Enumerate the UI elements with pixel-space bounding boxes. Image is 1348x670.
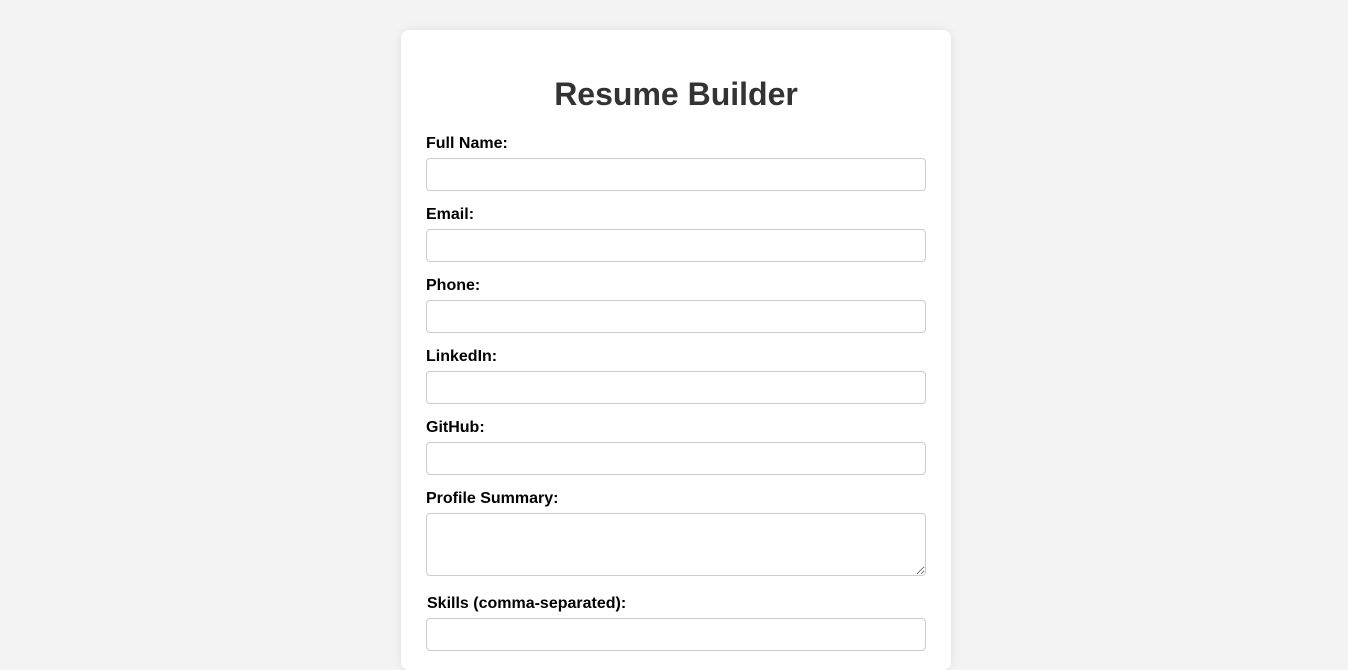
skills-input[interactable] [426, 618, 926, 651]
linkedin-label: LinkedIn: [426, 348, 498, 365]
linkedin-input[interactable] [426, 371, 926, 404]
full-name-label: Full Name: [426, 135, 508, 152]
email-input[interactable] [426, 229, 926, 262]
phone-input[interactable] [426, 300, 926, 333]
skills-label: Skills (comma-separated): [427, 595, 627, 612]
profile-summary-textarea[interactable] [426, 513, 926, 576]
phone-label: Phone: [426, 277, 481, 294]
github-input[interactable] [426, 442, 926, 475]
profile-summary-label: Profile Summary: [426, 490, 559, 507]
page-title: Resume Builder [554, 76, 798, 112]
github-label: GitHub: [426, 419, 485, 436]
full-name-input[interactable] [426, 158, 926, 191]
email-label: Email: [426, 206, 475, 223]
resume-form-card: Resume Builder Full Name: Email: Phone: … [401, 30, 951, 670]
